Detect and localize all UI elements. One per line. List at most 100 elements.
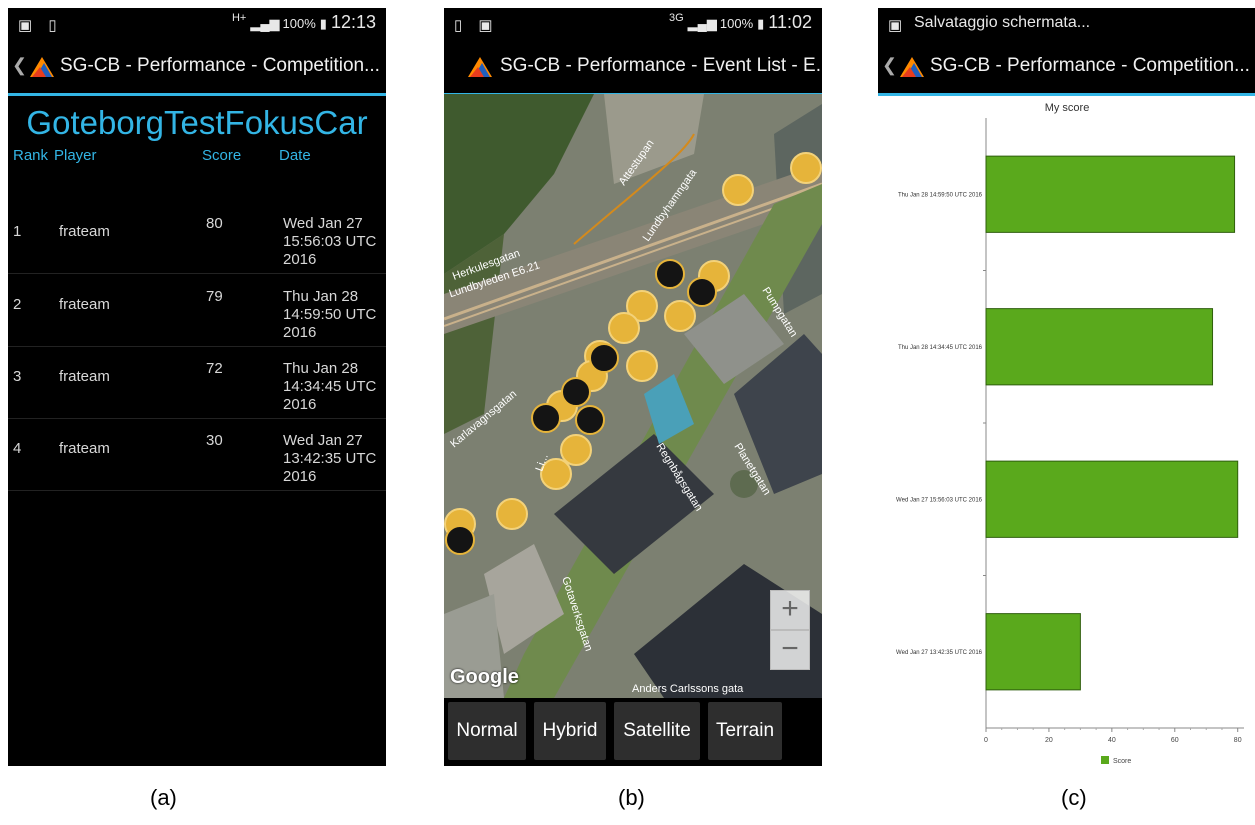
- map-type-hybrid-button[interactable]: Hybrid: [534, 702, 606, 760]
- header-rank: Rank: [13, 147, 49, 164]
- player-cell: frateam: [59, 368, 110, 385]
- table-row[interactable]: 4 frateam 30 Wed Jan 27 13:42:35 UTC 201…: [8, 418, 386, 491]
- status-indicators: 3G ▂▄▆ 100% ▮ 11:02: [669, 12, 812, 33]
- phone-screen-b: ▯ ▣ 3G ▂▄▆ 100% ▮ 11:02 SG-CB - Performance …: [444, 8, 822, 766]
- street-label: Anders Carlssons gata: [632, 683, 744, 695]
- app-bar: SG-CB - Performance - Event List - E...: [444, 41, 822, 96]
- x-tick-label: 0: [984, 737, 988, 744]
- satellite-map[interactable]: Herkulesgatan Lundbyleden E6.21 Lundbyha…: [444, 94, 822, 698]
- map-type-normal-button[interactable]: Normal: [448, 702, 526, 760]
- status-bar: ▣ ▯ H+ ▂▄▆ 100% ▮ 12:13: [8, 8, 386, 41]
- map-type-bar: Normal Hybrid Satellite Terrain: [444, 698, 822, 766]
- bar-score[interactable]: [985, 613, 1081, 691]
- google-logo: Google: [450, 666, 519, 688]
- status-notification-text: Salvataggio schermata...: [914, 14, 1091, 31]
- zoom-in-button[interactable]: +: [770, 590, 810, 630]
- x-tick-label: 40: [1108, 737, 1116, 744]
- x-tick-label: 60: [1171, 737, 1179, 744]
- category-label: Thu Jan 28 14:59:50 UTC 2016: [898, 192, 983, 198]
- phone-screen-a: ▣ ▯ H+ ▂▄▆ 100% ▮ 12:13 ❮ SG-CB - Performanc…: [8, 8, 386, 766]
- map-marker[interactable]: [664, 300, 696, 332]
- x-tick-label: 80: [1234, 737, 1242, 744]
- app-title: SG-CB - Performance - Event List - E...: [500, 55, 822, 76]
- bar-score[interactable]: [985, 460, 1239, 538]
- date-cell: Thu Jan 28 14:34:45 UTC 2016: [283, 360, 377, 413]
- player-cell: frateam: [59, 440, 110, 457]
- battery-level: 100%: [719, 16, 754, 31]
- flag-marker[interactable]: [531, 403, 561, 433]
- map-marker[interactable]: [496, 498, 528, 530]
- flag-marker[interactable]: [687, 277, 717, 307]
- status-indicators: H+ ▂▄▆ 100% ▮ 12:13: [232, 12, 376, 33]
- notification-icons: ▣ ▯: [18, 17, 63, 34]
- app-title: SG-CB - Performance - Competition...: [60, 55, 380, 76]
- player-cell: frateam: [59, 296, 110, 313]
- map-marker[interactable]: [790, 152, 822, 184]
- map-marker[interactable]: [560, 434, 592, 466]
- zoom-out-button[interactable]: −: [770, 630, 810, 670]
- rank-cell: 3: [13, 368, 22, 385]
- map-type-satellite-button[interactable]: Satellite: [614, 702, 700, 760]
- network-type: H+: [231, 12, 247, 24]
- date-cell: Wed Jan 27 15:56:03 UTC 2016: [283, 215, 377, 268]
- flag-marker[interactable]: [655, 259, 685, 289]
- flag-marker[interactable]: [561, 377, 591, 407]
- legend-swatch: [1101, 756, 1109, 764]
- score-cell: 80: [206, 215, 223, 232]
- bar-score[interactable]: [985, 155, 1236, 233]
- score-cell: 30: [206, 432, 223, 449]
- app-logo-icon[interactable]: [466, 53, 494, 79]
- back-chevron-icon[interactable]: ❮: [12, 55, 27, 76]
- rank-cell: 2: [13, 296, 22, 313]
- caption-a: (a): [150, 785, 177, 810]
- signal-icon: ▂▄▆: [250, 16, 280, 31]
- bar-score[interactable]: [985, 308, 1214, 386]
- rank-cell: 1: [13, 223, 22, 240]
- header-score: Score: [202, 147, 242, 164]
- caption-c: (c): [1061, 785, 1087, 810]
- player-cell: frateam: [59, 223, 110, 240]
- category-label: Thu Jan 28 14:34:45 UTC 2016: [898, 345, 983, 351]
- header-date: Date: [279, 147, 311, 164]
- flag-marker[interactable]: [575, 405, 605, 435]
- app-bar: ❮ SG-CB - Performance - Competition...: [8, 41, 386, 96]
- map-marker[interactable]: [626, 350, 658, 382]
- app-logo-icon[interactable]: [898, 53, 926, 79]
- header-player: Player: [54, 147, 97, 164]
- notification-icons: ▯ ▣: [454, 17, 499, 34]
- map-marker[interactable]: [722, 174, 754, 206]
- competition-title: GoteborgTestFokusCar: [26, 104, 368, 141]
- score-bar-chart: Thu Jan 28 14:59:50 UTC 2016 Thu Jan 28 1…: [896, 118, 1244, 765]
- map-imagery: Herkulesgatan Lundbyleden E6.21 Lundbyha…: [444, 94, 822, 698]
- battery-icon: ▮: [319, 16, 327, 31]
- date-cell: Thu Jan 28 14:59:50 UTC 2016: [283, 288, 377, 341]
- table-row[interactable]: 1 frateam 80 Wed Jan 27 15:56:03 UTC 201…: [8, 201, 386, 274]
- table-row[interactable]: 2 frateam 79 Thu Jan 28 14:59:50 UTC 201…: [8, 274, 386, 347]
- table-row[interactable]: 3 frateam 72 Thu Jan 28 14:34:45 UTC 201…: [8, 346, 386, 419]
- signal-icon: ▂▄▆: [687, 16, 717, 31]
- caption-b: (b): [618, 785, 645, 810]
- clock: 11:02: [768, 12, 812, 32]
- screenshot-icon: ▣: [888, 17, 909, 34]
- battery-icon: ▮: [757, 16, 765, 31]
- x-tick-label: 20: [1045, 737, 1053, 744]
- rank-cell: 4: [13, 440, 22, 457]
- phone-screen-c: ▣ Salvataggio schermata... ❮ SG-CB - Per…: [878, 8, 1255, 766]
- app-title: SG-CB - Performance - Competition...: [930, 55, 1250, 76]
- battery-level: 100%: [282, 16, 316, 31]
- category-label: Wed Jan 27 13:42:35 UTC 2016: [896, 650, 983, 656]
- clock: 12:13: [330, 12, 376, 32]
- flag-marker[interactable]: [445, 525, 475, 555]
- network-type: 3G: [668, 12, 684, 24]
- flag-marker[interactable]: [589, 343, 619, 373]
- back-chevron-icon[interactable]: ❮: [882, 55, 897, 76]
- map-marker[interactable]: [608, 312, 640, 344]
- status-bar: ▯ ▣ 3G ▂▄▆ 100% ▮ 11:02: [444, 8, 822, 41]
- score-cell: 72: [206, 360, 223, 377]
- status-bar: ▣ Salvataggio schermata...: [878, 8, 1255, 41]
- category-label: Wed Jan 27 15:56:03 UTC 2016: [896, 497, 983, 503]
- map-type-terrain-button[interactable]: Terrain: [708, 702, 782, 760]
- app-logo-icon[interactable]: [28, 53, 56, 79]
- date-cell: Wed Jan 27 13:42:35 UTC 2016: [283, 432, 377, 485]
- app-bar: ❮ SG-CB - Performance - Competition...: [878, 41, 1255, 96]
